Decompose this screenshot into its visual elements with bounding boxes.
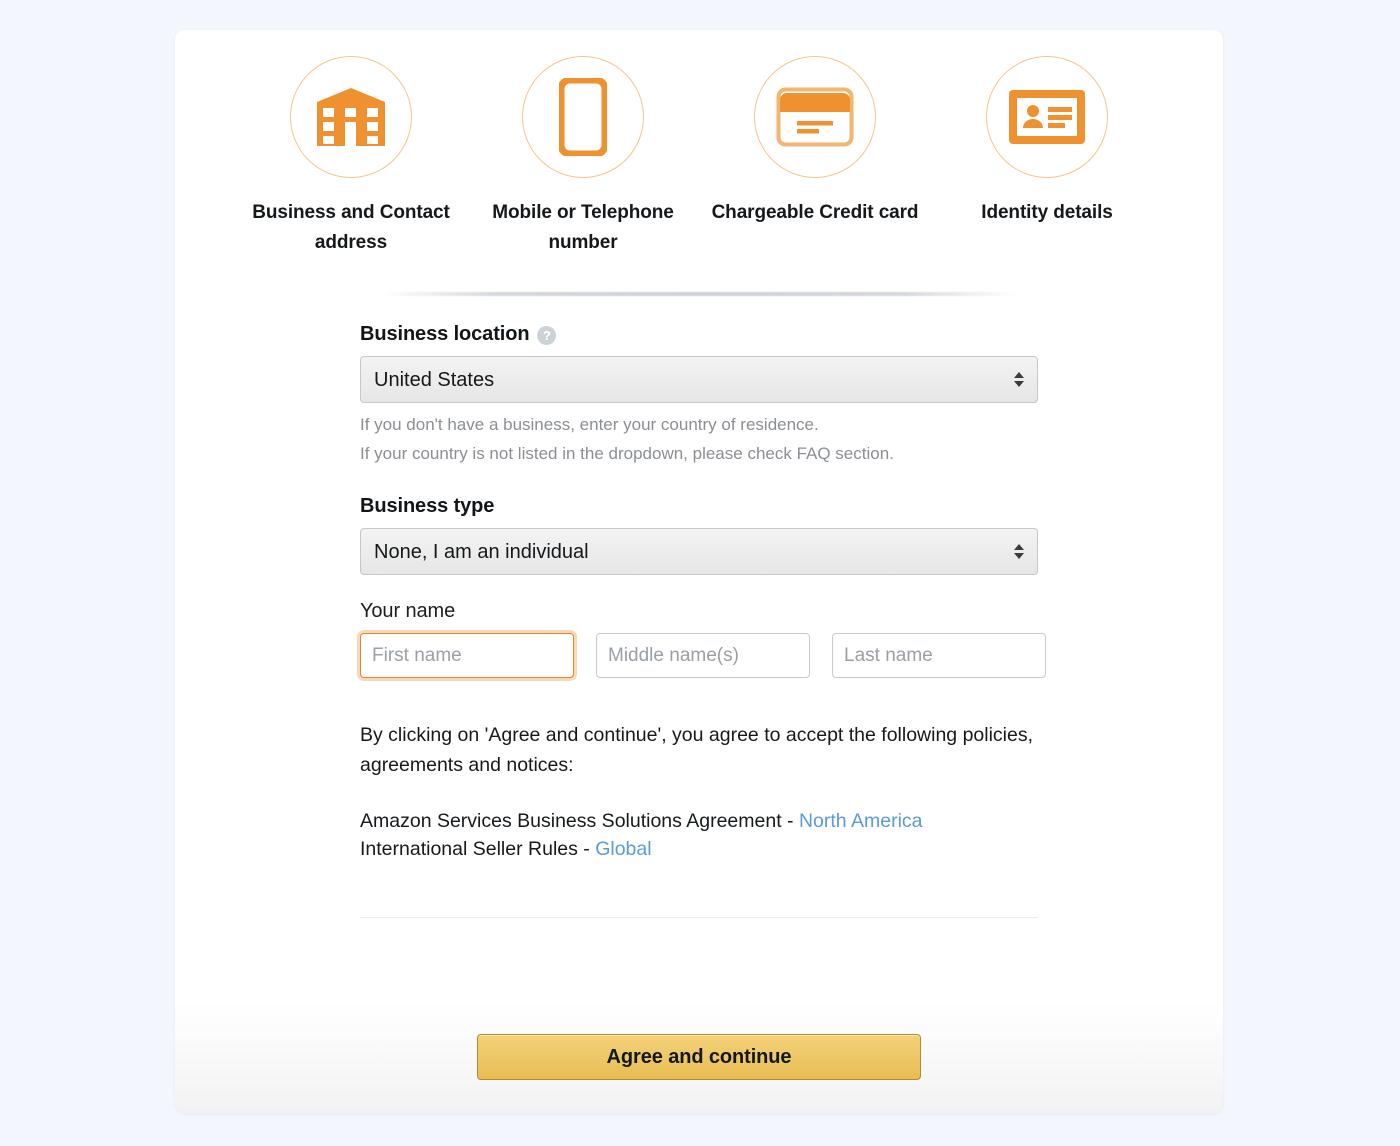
your-name-label: Your name bbox=[360, 600, 1038, 623]
policy-line-text: Amazon Services Business Solutions Agree… bbox=[360, 810, 799, 832]
first-name-input[interactable] bbox=[360, 633, 574, 678]
policy-line: International Seller Rules - Global bbox=[360, 835, 1038, 863]
step-icon-circle bbox=[522, 56, 644, 178]
step-identity-details: Identity details bbox=[931, 56, 1163, 258]
step-label: Identity details bbox=[981, 202, 1113, 223]
step-label: Mobile or Telephone number bbox=[492, 202, 674, 253]
step-icon-circle bbox=[986, 56, 1108, 178]
business-location-label-text: Business location bbox=[360, 323, 530, 345]
business-location-select-wrap: United States bbox=[360, 356, 1038, 403]
name-fields-row bbox=[360, 633, 1046, 678]
agree-and-continue-button[interactable]: Agree and continue bbox=[477, 1034, 921, 1080]
step-icon-circle bbox=[754, 56, 876, 178]
registration-card: Business and Contact address Mobile or T… bbox=[175, 30, 1223, 1113]
card-footer: Agree and continue bbox=[175, 1001, 1223, 1113]
business-type-label-text: Business type bbox=[360, 495, 495, 517]
step-label: Business and Contact address bbox=[252, 202, 450, 253]
business-type-label: Business type bbox=[360, 495, 1038, 518]
business-location-hint-2: If your country is not listed in the dro… bbox=[360, 444, 894, 463]
policy-links: Amazon Services Business Solutions Agree… bbox=[360, 807, 1038, 863]
step-icon-circle bbox=[290, 56, 412, 178]
policy-link-north-america[interactable]: North America bbox=[799, 810, 923, 832]
credit-card-icon bbox=[776, 87, 854, 147]
step-business-address: Business and Contact address bbox=[235, 56, 467, 258]
office-building-icon bbox=[317, 88, 385, 146]
mobile-phone-icon bbox=[559, 78, 607, 156]
policy-link-global[interactable]: Global bbox=[595, 838, 651, 860]
requirements-steps: Business and Contact address Mobile or T… bbox=[175, 30, 1223, 258]
your-name-label-text: Your name bbox=[360, 600, 456, 622]
business-type-select-wrap: None, I am an individual bbox=[360, 528, 1038, 575]
registration-page: Business and Contact address Mobile or T… bbox=[0, 0, 1400, 1146]
middle-name-input[interactable] bbox=[596, 633, 810, 678]
step-credit-card: Chargeable Credit card bbox=[699, 56, 931, 258]
business-location-select[interactable]: United States bbox=[360, 356, 1038, 403]
policy-line-text: International Seller Rules - bbox=[360, 838, 596, 860]
policy-line: Amazon Services Business Solutions Agree… bbox=[360, 807, 1038, 835]
step-label: Chargeable Credit card bbox=[711, 202, 919, 223]
business-location-hint-1: If you don't have a business, enter your… bbox=[360, 415, 819, 434]
steps-divider bbox=[382, 292, 1016, 296]
id-card-icon bbox=[1009, 90, 1085, 144]
step-phone-number: Mobile or Telephone number bbox=[467, 56, 699, 258]
form-bottom-divider bbox=[360, 917, 1038, 918]
business-type-select[interactable]: None, I am an individual bbox=[360, 528, 1038, 575]
business-location-label: Business location ? bbox=[360, 323, 1038, 346]
registration-form: Business location ? United States If you… bbox=[175, 296, 1223, 1001]
question-mark-icon[interactable]: ? bbox=[537, 326, 557, 345]
last-name-input[interactable] bbox=[832, 633, 1046, 678]
policy-intro-text: By clicking on 'Agree and continue', you… bbox=[360, 724, 1034, 776]
